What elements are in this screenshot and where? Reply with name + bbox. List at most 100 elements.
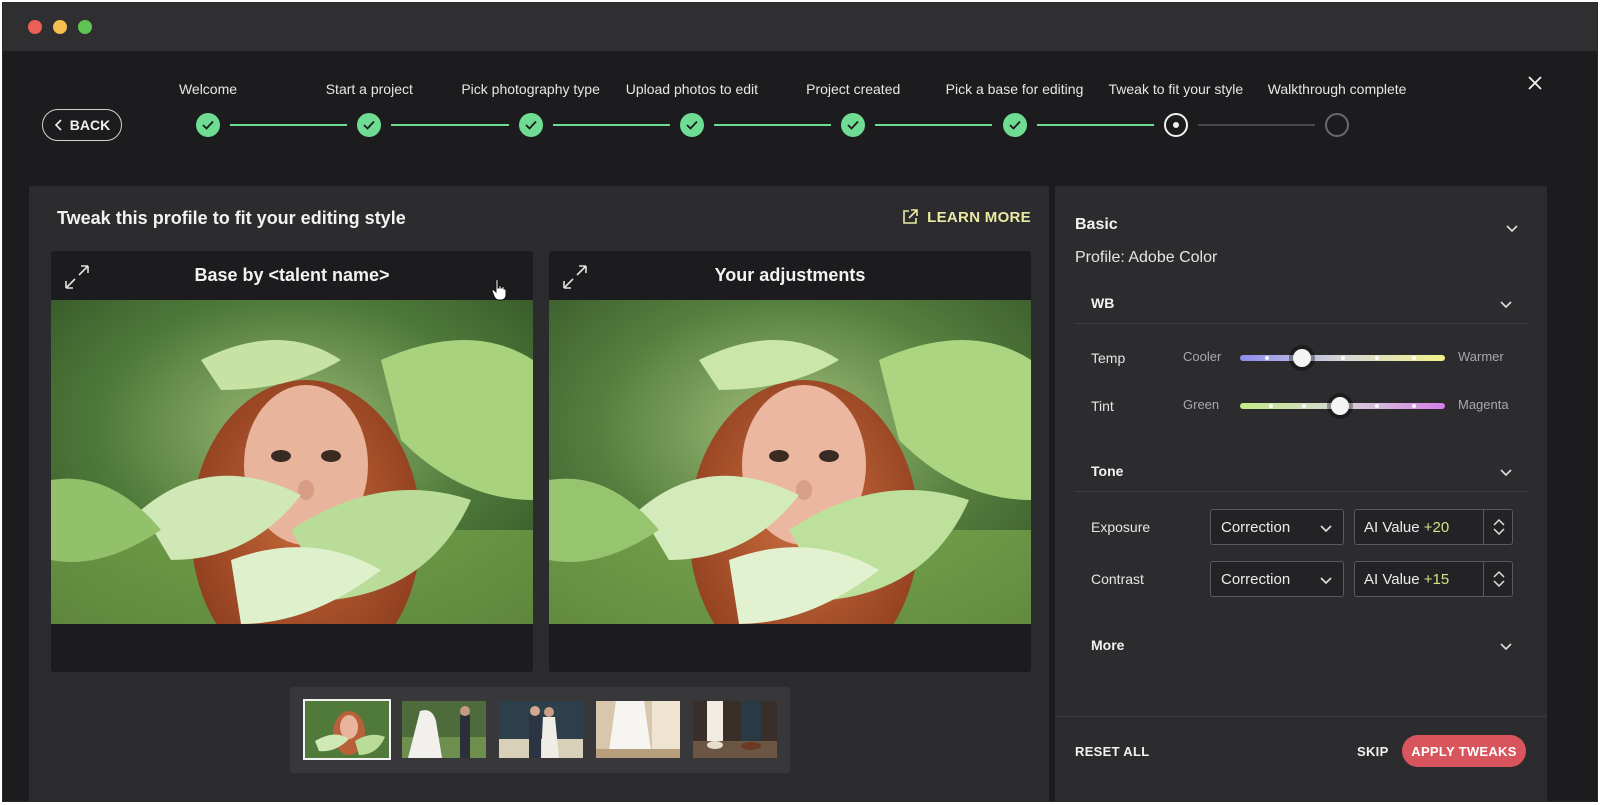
step-connector [713,124,832,126]
step-label: Pick a base for editing [945,81,1084,97]
slider-tick [1340,356,1345,360]
tint-slider-handle[interactable] [1331,397,1350,415]
slider-tick [1412,356,1417,360]
slider-tick [1375,404,1380,408]
step-indicator [196,113,220,137]
step-label: Tweak to fit your style [1108,81,1244,97]
title-bar [3,3,1597,51]
chevron-down-icon[interactable] [1492,528,1505,536]
chevron-down-icon [1320,525,1332,533]
temp-slider-handle[interactable] [1292,349,1311,367]
tone-section-title: Tone [1091,463,1124,479]
temp-slider[interactable] [1240,349,1445,367]
slider-tick [1268,404,1273,408]
exposure-label: Exposure [1091,519,1151,535]
tint-max-label: Magenta [1458,397,1509,412]
thumbnail-couple-field[interactable] [499,701,583,758]
profile-label: Profile: Adobe Color [1075,249,1218,266]
exposure-mode-select[interactable]: Correction [1210,509,1344,545]
checkmark-icon [363,120,375,130]
checkmark-icon [1008,120,1021,130]
checkmark-icon [524,120,537,130]
step-label: Welcome [178,81,238,97]
step-connector [230,124,348,126]
contrast-mode-value: Correction [1221,570,1291,588]
skip-button[interactable]: SKIP [1357,744,1389,759]
ai-value-delta: +15 [1423,571,1450,588]
tint-slider[interactable] [1240,397,1445,415]
more-section-title: More [1091,637,1125,653]
tint-label: Tint [1091,398,1114,414]
chevron-down-icon [1500,469,1512,477]
apply-tweaks-button[interactable]: APPLY TWEAKS [1402,735,1526,767]
app-window: BACK Welcome Start a project Pick photogra… [2,2,1598,802]
step-indicator [518,113,543,137]
checkmark-icon [847,120,859,130]
exposure-ai-value-field[interactable]: AI Value +20 [1354,509,1513,545]
thumbnail-couple-shoes[interactable] [693,701,777,758]
temp-min-label: Cooler [1183,349,1222,364]
step-connector [552,124,670,126]
wb-section-header[interactable]: WB [1075,284,1527,324]
value-stepper[interactable] [1484,510,1513,544]
chevron-up-icon[interactable] [1492,570,1505,578]
tone-section-header[interactable]: Tone [1075,452,1527,492]
progress-stepper: Welcome Start a project Pick photography t… [3,73,1597,153]
step-indicator [841,113,866,137]
exposure-mode-value: Correction [1221,518,1291,536]
contrast-mode-select[interactable]: Correction [1210,561,1344,597]
external-link-icon [903,209,918,224]
window-close-button[interactable] [28,20,42,34]
wb-section-title: WB [1091,295,1115,311]
step-label: Upload photos to edit [625,81,759,97]
thumbnail-strip [290,687,790,773]
reset-all-button[interactable]: RESET ALL [1075,744,1149,759]
step-connector [875,124,993,126]
slider-tick [1301,404,1306,408]
step-indicator [679,113,704,137]
learn-more-link[interactable]: LEARN MORE [901,208,1031,226]
chevron-down-icon[interactable] [1505,221,1519,235]
step-label: Pick photography type [461,81,600,97]
step-label: Start a project [325,81,413,97]
thumbnail-portrait-leaves[interactable] [303,699,391,760]
base-photo [51,300,533,624]
chevron-down-icon [1320,577,1332,585]
step-indicator [357,113,382,137]
contrast-ai-value-field[interactable]: AI Value +15 [1354,561,1513,597]
slider-tick [1412,404,1417,408]
adjusted-card-title: Your adjustments [714,265,866,285]
window-minimize-button[interactable] [53,20,67,34]
slider-tick [1264,356,1269,360]
ai-value-label: AI Value [1364,571,1420,588]
page-title: Tweak this profile to fit your editing s… [57,208,406,228]
ai-value-delta: +20 [1423,519,1450,536]
exposure-ai-value: AI Value +20 [1364,519,1449,536]
thumbnail-bride-dress-doorway[interactable] [596,701,680,758]
contrast-label: Contrast [1091,571,1144,587]
chevron-down-icon [1500,643,1512,651]
step-indicator [1325,113,1350,137]
window-zoom-button[interactable] [78,20,92,34]
adjusted-photo-card: Your adjustments [549,251,1031,672]
base-card-title: Base by <talent name> [194,265,390,285]
step-indicator [1002,113,1027,137]
slider-tick [1375,356,1380,360]
panel-footer: RESET ALL SKIP APPLY TWEAKS [1055,716,1547,801]
checkmark-icon [686,120,698,130]
step-label: Walkthrough complete [1267,81,1407,97]
chevron-down-icon[interactable] [1492,580,1505,588]
temp-max-label: Warmer [1458,349,1504,364]
thumbnail-bride-walking[interactable] [402,701,486,758]
step-connector [1036,124,1154,126]
contrast-ai-value: AI Value +15 [1364,571,1449,588]
learn-more-label: LEARN MORE [927,208,1031,226]
more-section-header[interactable]: More [1075,626,1527,666]
chevron-up-icon[interactable] [1492,518,1505,526]
chevron-down-icon [1500,301,1512,309]
ai-value-label: AI Value [1364,519,1420,536]
value-stepper[interactable] [1484,562,1513,596]
temp-label: Temp [1091,350,1126,366]
step-connector [391,124,509,126]
preview-panel: Tweak this profile to fit your editing s… [29,186,1049,801]
